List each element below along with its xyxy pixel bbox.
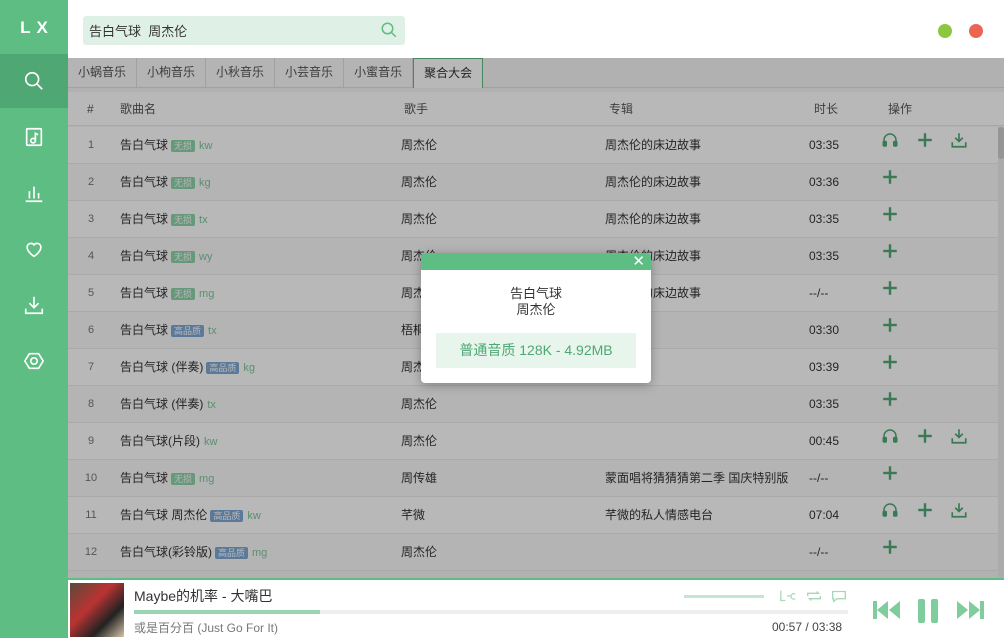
quality-option-button[interactable]: 普通音质 128K - 4.92MB (436, 333, 636, 368)
search-icon (24, 71, 43, 90)
sidebar: LX (0, 0, 68, 638)
nav-downloads[interactable] (0, 278, 68, 332)
progress-fill (134, 610, 320, 614)
time-current: 00:57 (772, 620, 803, 634)
nav-songlist[interactable] (0, 110, 68, 164)
now-playing-album: 或是百分百 (Just Go For It) (134, 621, 279, 635)
previous-icon[interactable] (872, 599, 902, 621)
nav-search[interactable] (0, 54, 68, 108)
lyric-icon[interactable] (779, 588, 797, 604)
time-total: 03:38 (812, 620, 843, 634)
pause-icon[interactable] (915, 598, 941, 624)
app-window: LX 小蜗音乐小枸音乐小秋音乐小芸音乐小蜜音乐聚合大会 (0, 0, 1004, 638)
next-icon[interactable] (955, 599, 985, 621)
music-list-icon (25, 127, 43, 147)
volume-slider[interactable] (684, 595, 764, 598)
app-logo: LX (20, 18, 54, 37)
time-display: 00:57 / 03:38 (772, 620, 842, 634)
close-button[interactable] (969, 24, 983, 38)
nav-favorites[interactable] (0, 222, 68, 276)
minimize-button[interactable] (938, 24, 952, 38)
dialog-singer: 周杰伦 (516, 302, 556, 317)
settings-icon (23, 352, 45, 370)
comment-icon[interactable] (830, 588, 848, 604)
close-icon[interactable]: ✕ (632, 254, 645, 269)
nav-settings[interactable] (0, 334, 68, 388)
heart-icon (26, 242, 42, 258)
search-icon[interactable] (380, 21, 398, 39)
album-cover[interactable] (70, 583, 124, 637)
quality-dialog: ✕ 告白气球 周杰伦 普通音质 128K - 4.92MB (421, 253, 651, 383)
dialog-header: ✕ (421, 253, 651, 270)
nav-leaderboard[interactable] (0, 166, 68, 220)
chart-icon (25, 186, 43, 203)
search-input[interactable] (83, 16, 363, 45)
now-playing-title: Maybe的机率 - 大嘴巴 (134, 588, 273, 604)
time-separator: / (805, 620, 809, 634)
search-box (83, 16, 405, 45)
progress-bar[interactable] (134, 610, 848, 614)
player-bar: Maybe的机率 - 大嘴巴 或是百分百 (Just Go For It) 00… (68, 578, 1004, 638)
download-icon (24, 296, 44, 315)
top-bar (68, 0, 1004, 60)
dialog-song-title: 告白气球 (509, 286, 562, 301)
repeat-icon[interactable] (805, 588, 823, 604)
